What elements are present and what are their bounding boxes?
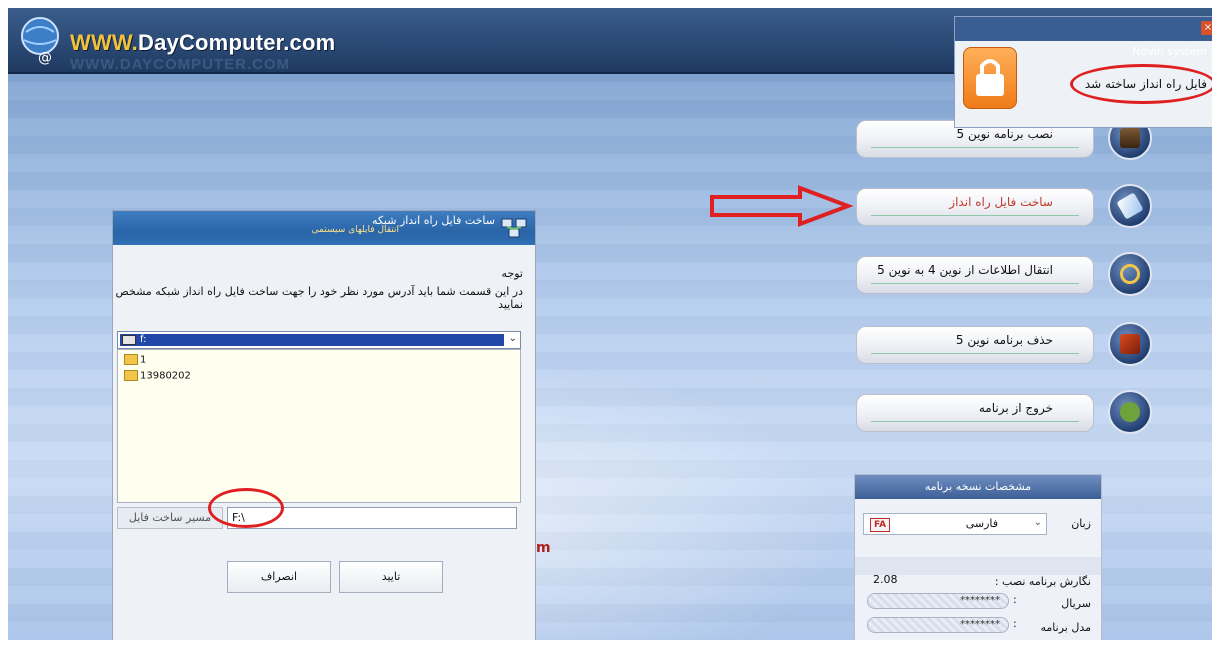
- ok-button[interactable]: تایید: [339, 561, 443, 593]
- lock-icon: [963, 47, 1017, 109]
- brand-title: WWW.DayComputer.com: [70, 30, 336, 55]
- note-heading: توجه: [501, 267, 523, 280]
- drive-value: f:: [140, 334, 147, 345]
- red-arrow-annotation: [710, 185, 854, 227]
- version-info-panel: مشخصات نسخه برنامه زبان FA فارسی ⌄ نگارش…: [854, 474, 1102, 640]
- note-body: در این قسمت شما باید آدرس مورد نظر خود ر…: [115, 285, 523, 311]
- model-label: مدل برنامه: [1040, 621, 1092, 634]
- menu-exit-button[interactable]: خروج از برنامه: [856, 394, 1094, 432]
- drive-select[interactable]: f: ⌄: [117, 331, 521, 349]
- close-icon[interactable]: ×: [1201, 21, 1212, 35]
- path-label: مسیر ساخت فایل: [117, 507, 223, 529]
- folder-item[interactable]: 13980202: [124, 370, 191, 382]
- installer-window: @ WWW.DayComputer.com WWW.DAYCOMPUTER.CO…: [8, 8, 1212, 640]
- language-value: فارسی: [965, 517, 998, 530]
- drive-icon: [122, 335, 136, 345]
- dialog-subtitle: انتقال فایلهای سیستمی: [311, 225, 399, 235]
- menu-transfer-button[interactable]: انتقال اطلاعات از نوین 4 به نوین 5: [856, 256, 1094, 294]
- gear-icon[interactable]: [1108, 252, 1152, 296]
- serial-field[interactable]: ********: [867, 593, 1009, 609]
- menu-create-bootfile-button[interactable]: ساخت فایل راه انداز: [856, 188, 1094, 226]
- fa-flag-icon: FA: [870, 518, 890, 532]
- serial-colon: :: [1013, 593, 1017, 606]
- highlight-ellipse: [208, 488, 284, 528]
- folder-icon: [124, 354, 138, 365]
- model-colon: :: [1013, 617, 1017, 630]
- folder-item[interactable]: 1: [124, 354, 146, 366]
- version-label: نگارش برنامه نصب :: [994, 575, 1091, 588]
- stray-mark: m: [536, 540, 551, 556]
- delete-icon[interactable]: [1108, 322, 1152, 366]
- highlight-ellipse: [1070, 64, 1212, 104]
- globe-logo-icon: @: [21, 17, 59, 66]
- folder-tree[interactable]: 1 13980202: [117, 349, 521, 503]
- network-icon: [501, 218, 527, 238]
- version-value: 2.08: [873, 573, 898, 586]
- brand-reflection: WWW.DAYCOMPUTER.COM: [70, 56, 291, 73]
- serial-label: سریال: [1061, 597, 1091, 610]
- chevron-down-icon[interactable]: ⌄: [1034, 517, 1042, 528]
- svg-text:@: @: [38, 50, 52, 66]
- exit-icon[interactable]: [1108, 390, 1152, 434]
- pen-icon[interactable]: [1108, 184, 1152, 228]
- language-label: زبان: [1071, 517, 1091, 530]
- folder-icon: [124, 370, 138, 381]
- create-bootfile-dialog: ساخت فایل راه انداز شبکه انتقال فایلهای …: [112, 210, 536, 640]
- chevron-down-icon[interactable]: ⌄: [509, 333, 517, 344]
- dialog-titlebar: ساخت فایل راه انداز شبکه انتقال فایلهای …: [113, 211, 535, 245]
- notification-system-name: Novin system: [1132, 45, 1207, 58]
- cancel-button[interactable]: انصراف: [227, 561, 331, 593]
- language-select[interactable]: FA فارسی ⌄: [863, 513, 1047, 535]
- info-panel-title: مشخصات نسخه برنامه: [855, 475, 1101, 499]
- model-field[interactable]: ********: [867, 617, 1009, 633]
- menu-uninstall-button[interactable]: حذف برنامه نوین 5: [856, 326, 1094, 364]
